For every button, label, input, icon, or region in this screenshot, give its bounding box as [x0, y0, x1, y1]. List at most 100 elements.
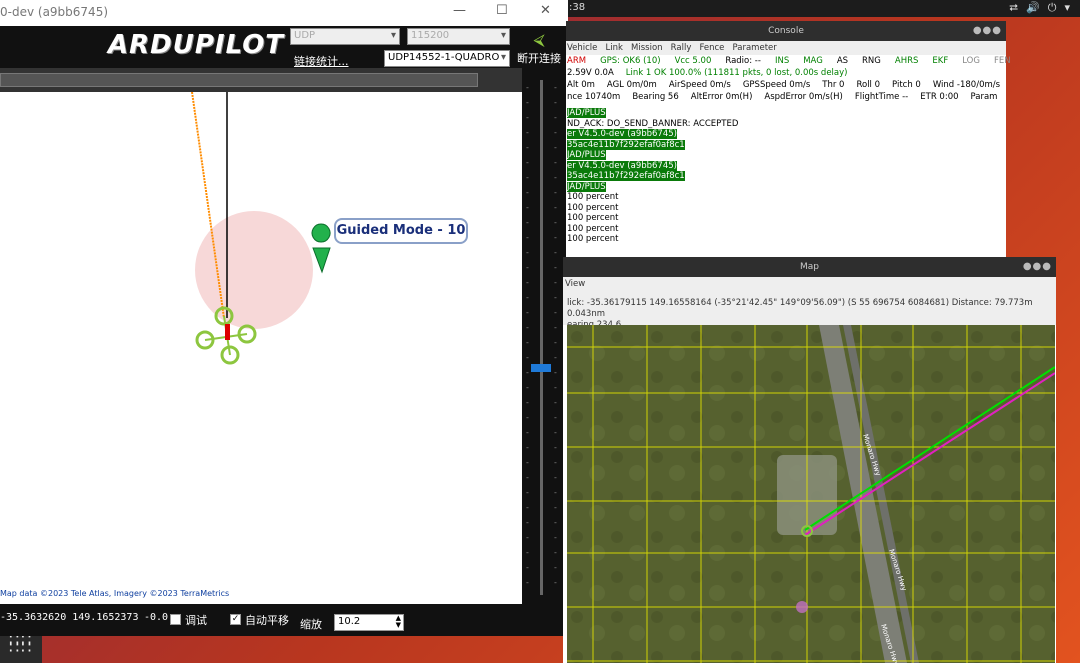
status-field: FEN — [993, 56, 1011, 66]
log-line: 35ac4e11b7f292efaf0af8c1 — [567, 171, 685, 181]
menu-mission[interactable]: Mission — [631, 43, 663, 53]
status-field: Roll 0 — [856, 80, 881, 90]
progress-strip — [0, 73, 478, 87]
menu-parameter[interactable]: Parameter — [733, 43, 777, 53]
port-select[interactable]: UDP ▾ — [290, 28, 400, 45]
status-field: Param — [970, 92, 998, 102]
menu-vehicle[interactable]: Vehicle — [567, 43, 597, 53]
status-field: RNG — [862, 56, 881, 66]
status-field: Pitch 0 — [892, 80, 921, 90]
status-field: Vcc 5.00 — [674, 56, 712, 66]
menu-fence[interactable]: Fence — [699, 43, 724, 53]
map-menu-view[interactable]: View — [563, 277, 1056, 291]
status-row-2: 2.59V 0.0A Link 1 OK 100.0% (111811 pkts,… — [567, 68, 859, 78]
link-stats-link[interactable]: 链接统计... — [294, 53, 349, 69]
chevron-down-icon: ▾ — [500, 52, 506, 63]
altitude-readout: -0.0 — [144, 612, 169, 623]
map-attribution: Map data ©2023 Tele Atlas, Imagery ©2023… — [0, 589, 230, 598]
status-field: AHRS — [894, 56, 919, 66]
clock: :38 — [569, 2, 586, 13]
log-line: JAD/PLUS — [567, 108, 606, 118]
status-field: AirSpeed 0m/s — [668, 80, 731, 90]
console-log: JAD/PLUS ND_ACK: DO_SEND_BANNER: ACCEPTED… — [567, 108, 738, 245]
log-line: 100 percent — [567, 223, 619, 234]
map-view[interactable] — [0, 92, 522, 604]
map-overlay[interactable] — [0, 92, 522, 604]
status-field: Radio: -- — [725, 56, 761, 66]
status-field: GPS: OK6 (10) — [600, 56, 661, 66]
slider-thumb[interactable] — [531, 364, 551, 372]
minimize-icon[interactable]: — — [453, 3, 466, 18]
window-titlebar[interactable]: 0-dev (a9bb6745) — ☐ ✕ — [0, 0, 568, 26]
disconnect-button[interactable]: ⮘ 断开连接 — [515, 30, 563, 66]
vehicle-heading-marker — [225, 324, 230, 340]
home-marker — [796, 601, 808, 613]
status-field: LOG — [962, 56, 980, 66]
status-field: AltError 0m(H) — [690, 92, 753, 102]
autopan-checkbox[interactable]: ✓ — [230, 614, 241, 625]
window-title: 0-dev (a9bb6745) — [0, 5, 109, 19]
mission-planner-window: 0-dev (a9bb6745) — ☐ ✕ ARDUPILOT UDP ▾ 11… — [0, 0, 568, 636]
network-icon[interactable]: ⮂ — [1009, 1, 1018, 15]
log-line: ND_ACK: DO_SEND_BANNER: ACCEPTED — [567, 118, 739, 129]
status-field: Alt 0m — [567, 80, 595, 90]
status-field: INS — [774, 56, 790, 66]
waypoint-radius-circle — [195, 211, 313, 329]
window-controls-icon[interactable]: ●●● — [1023, 257, 1052, 277]
status-field: AGL 0m/0m — [606, 80, 657, 90]
status-field: FlightTime -- — [854, 92, 909, 102]
baud-select[interactable]: 115200 ▾ — [407, 28, 510, 45]
status-field: Link 1 OK 100.0% (111811 pkts, 0 lost, 0… — [625, 68, 848, 78]
status-field: ARM — [567, 56, 587, 66]
slider-track — [540, 80, 543, 595]
status-field: Thr 0 — [822, 80, 845, 90]
altitude-slider[interactable]: ---------------------------------- -----… — [522, 68, 568, 604]
guided-target-pin — [311, 223, 331, 274]
log-line: 100 percent — [567, 234, 619, 244]
volume-icon[interactable]: 🔊 — [1026, 1, 1040, 15]
device-select[interactable]: UDP14552-1-QUADRO ▾ — [384, 50, 510, 67]
status-field: MAG — [803, 56, 823, 66]
console-titlebar[interactable]: Console ●●● — [566, 21, 1006, 41]
menu-link[interactable]: Link — [606, 43, 623, 53]
chevron-down-icon[interactable]: ▾ — [1064, 1, 1070, 15]
toolbar-strip — [0, 68, 568, 94]
status-field: Bearing 56 — [632, 92, 679, 102]
ardupilot-logo: ARDUPILOT — [108, 30, 285, 60]
log-line: JAD/PLUS — [567, 181, 606, 192]
log-line: er V4.5.0-dev (a9bb6745) — [567, 160, 677, 171]
slider-ticks-right: ---------------------------------- — [554, 83, 557, 587]
guided-mode-callout: Guided Mode - 10 — [334, 218, 468, 244]
status-field: EKF — [932, 56, 949, 66]
map-click-info: lick: -35.36179115 149.16558164 (-35°21'… — [563, 291, 1056, 330]
plug-icon: ⮘ — [533, 30, 545, 49]
system-tray[interactable]: ⮂ 🔊 ⏻ ▾ — [1009, 1, 1070, 15]
show-apps-icon[interactable]: ∷∷ ∷∷ — [9, 632, 33, 656]
power-icon[interactable]: ⏻ — [1048, 1, 1057, 15]
console-menubar: Vehicle Link Mission Rally Fence Paramet… — [566, 41, 1006, 55]
map-status-bar: -35.3632620 149.1652373 -0.0 调试 ✓ 自动平移 缩… — [0, 604, 568, 636]
log-line: JAD/PLUS — [567, 150, 606, 160]
status-row-1: ARM GPS: OK6 (10) Vcc 5.00 Radio: -- INS MAG A… — [567, 56, 1025, 66]
status-field: AS — [836, 56, 849, 66]
zoom-label: 缩放 — [300, 618, 322, 631]
satellite-overlay[interactable]: Monaro Hwy Monaro Hwy Monaro Hwy — [567, 325, 1055, 663]
menu-rally[interactable]: Rally — [671, 43, 692, 53]
status-field: GPSSpeed 0m/s — [742, 80, 811, 90]
debug-label: 调试 — [185, 614, 207, 627]
close-icon[interactable]: ✕ — [540, 3, 551, 18]
satellite-map[interactable]: Monaro Hwy Monaro Hwy Monaro Hwy — [567, 325, 1055, 663]
stepper-arrows-icon[interactable]: ▲ ▼ — [396, 615, 401, 629]
map-titlebar[interactable]: Map ●●● — [563, 257, 1056, 277]
status-field: AspdError 0m/s(H) — [764, 92, 843, 102]
debug-checkbox[interactable] — [170, 614, 181, 625]
chevron-down-icon: ▾ — [500, 30, 506, 41]
window-controls-icon[interactable]: ●●● — [973, 21, 1002, 41]
autopan-label: 自动平移 — [245, 614, 289, 627]
maximize-icon[interactable]: ☐ — [496, 3, 508, 18]
zoom-stepper[interactable]: 10.2 ▲ ▼ — [334, 614, 404, 631]
status-field: Wind -180/0m/s — [932, 80, 1001, 90]
status-row-4: nce 10740m Bearing 56 AltError 0m(H) AspdEr… — [567, 92, 1009, 102]
log-line: 100 percent — [567, 192, 619, 202]
chevron-down-icon: ▾ — [390, 30, 396, 41]
